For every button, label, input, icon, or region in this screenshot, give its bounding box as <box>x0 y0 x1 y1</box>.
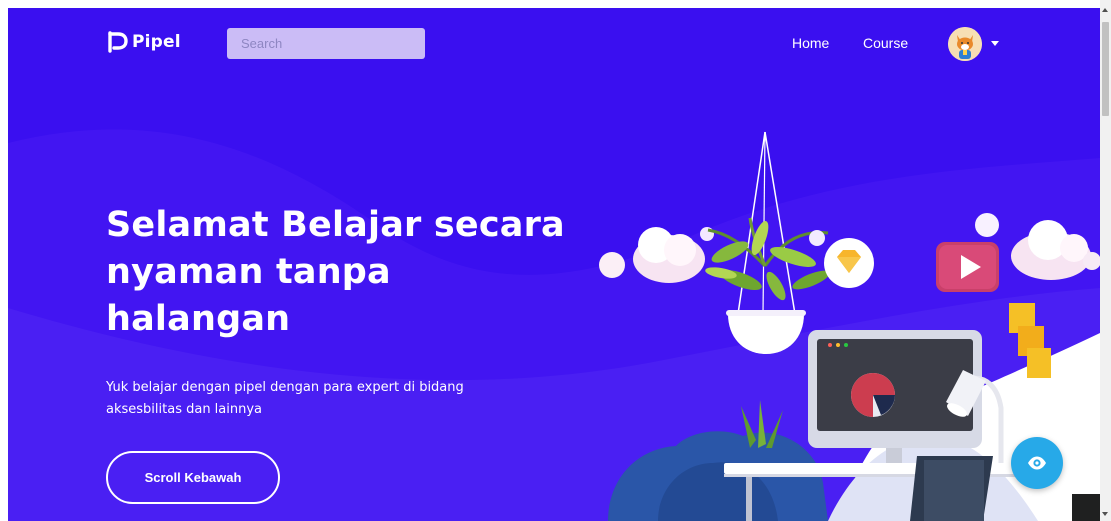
scroll-down-button[interactable]: Scroll Kebawah <box>106 451 280 504</box>
scroll-up-arrow-icon[interactable] <box>1102 8 1108 12</box>
scrollbar-thumb[interactable] <box>1102 22 1109 116</box>
corner-widget[interactable] <box>1072 494 1100 521</box>
page-scrollbar[interactable] <box>1100 0 1111 521</box>
accessibility-button[interactable] <box>1011 437 1063 489</box>
hero-subtitle: Yuk belajar dengan pipel dengan para exp… <box>106 380 464 417</box>
hero-title: Selamat Belajar secara nyaman tanpa hala… <box>106 205 565 339</box>
scroll-down-arrow-icon[interactable] <box>1102 512 1108 516</box>
page-viewport: Pipel Home Course <box>8 8 1100 521</box>
eye-icon <box>1028 456 1046 470</box>
